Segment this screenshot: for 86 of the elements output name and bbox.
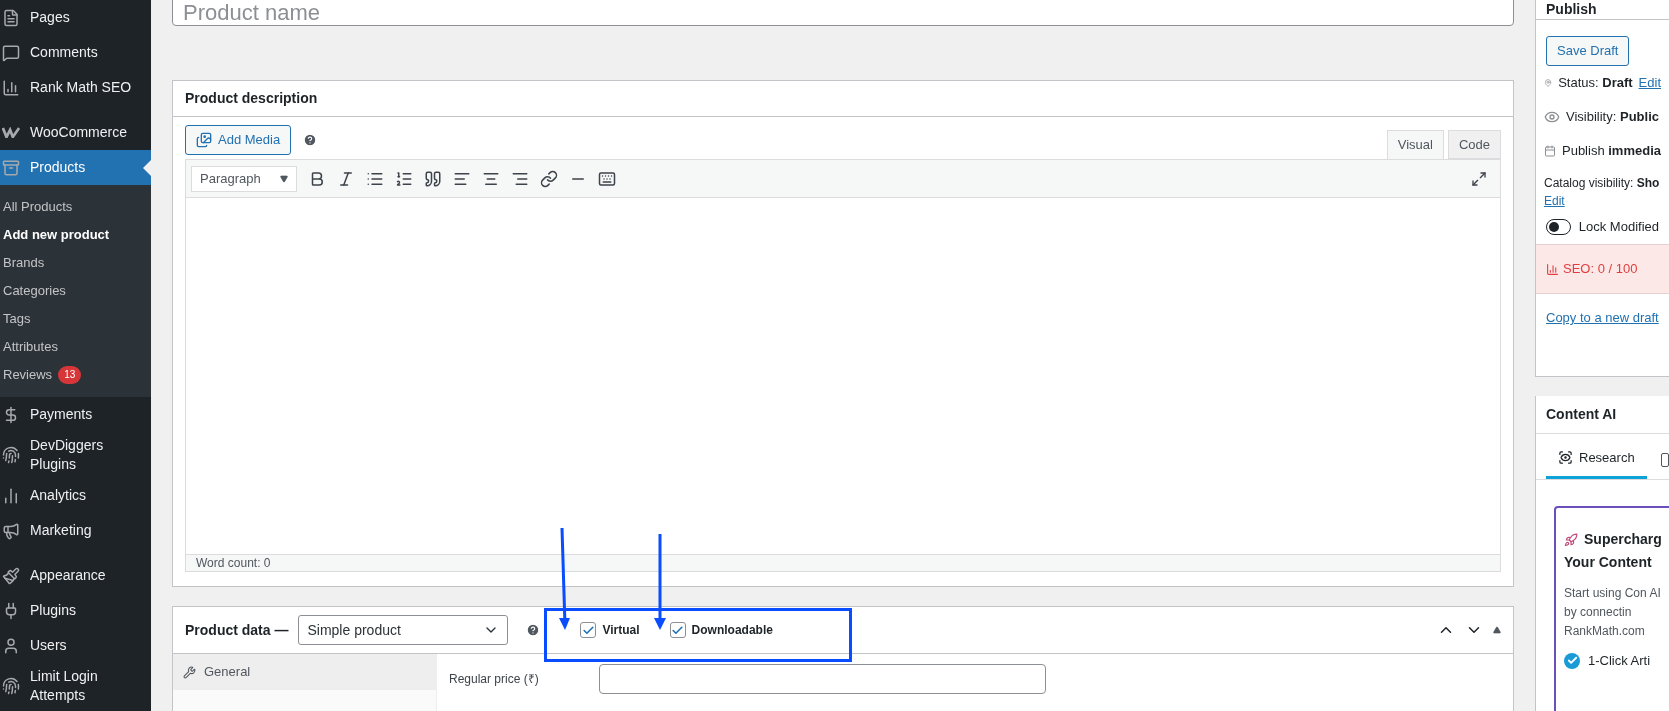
keyboard-icon[interactable] [598, 169, 616, 188]
publish-setting: Visibility: Public [1566, 108, 1659, 127]
edit-link[interactable]: Edit [1638, 73, 1661, 93]
toggle-switch[interactable] [1546, 219, 1571, 235]
count-badge: 13 [58, 366, 82, 384]
checkbox-label: Downloadable [691, 622, 773, 639]
user-icon [2, 636, 20, 655]
sidebar-item[interactable]: Products [0, 150, 151, 185]
panel-title: Publish [1546, 0, 1597, 19]
paintbrush-icon [2, 566, 20, 585]
w-logo-icon [2, 127, 20, 138]
submenu-item[interactable]: Tags [3, 309, 31, 329]
sidebar-item[interactable]: Comments [0, 35, 151, 70]
chart-icon [1546, 262, 1559, 276]
product-data-tab[interactable]: General [173, 654, 436, 690]
panel-title: Product description [185, 89, 318, 108]
product-type-select[interactable]: Simple product [298, 615, 509, 645]
publish-setting: Status: Draft [1558, 74, 1633, 93]
bar-chart-icon [2, 486, 20, 505]
save-draft-button[interactable]: Save Draft [1546, 36, 1630, 66]
calendar-icon [1544, 143, 1556, 159]
sidebar-item[interactable]: WooCommerce [0, 115, 151, 150]
sidebar-item[interactable]: Plugins [0, 593, 151, 628]
rocket-icon [1564, 532, 1578, 547]
caret-icon [280, 174, 288, 183]
toggle-arrow-icon[interactable] [1493, 626, 1501, 634]
editor-tab[interactable]: Code [1447, 130, 1501, 159]
feature-item: 1-Click Arti [1588, 652, 1651, 670]
add-media-button[interactable]: Add Media [185, 125, 292, 155]
check-icon [671, 623, 685, 637]
help-icon[interactable] [303, 133, 318, 147]
megaphone-icon [2, 521, 20, 540]
sidebar-item[interactable]: Rank Math SEO [0, 70, 151, 105]
panel-title: Content AI [1546, 405, 1617, 424]
sidebar-item[interactable]: DevDiggers Plugins [0, 432, 151, 478]
editor-tab[interactable]: Visual [1386, 130, 1444, 160]
wrench-icon [183, 665, 196, 679]
submenu-item[interactable]: Categories [3, 281, 66, 301]
copy-draft-link[interactable]: Copy to a new draft [1546, 310, 1659, 325]
submenu-item[interactable]: All Products [3, 197, 73, 217]
popup-title: Your Content [1564, 553, 1652, 572]
italic-icon[interactable] [337, 169, 355, 188]
checkbox-label: Virtual [602, 622, 640, 639]
pages-icon [2, 8, 20, 27]
panel-title: Product data — [185, 620, 289, 640]
content-ai-tab[interactable]: Research [1546, 439, 1647, 479]
checkbox[interactable] [580, 622, 597, 638]
submenu-item[interactable]: Reviews [3, 365, 53, 385]
format-dropdown[interactable]: Paragraph [191, 165, 297, 192]
publish-setting: Publish immedia [1562, 142, 1661, 161]
chart-icon [2, 78, 20, 97]
fullscreen-icon[interactable] [1471, 170, 1487, 187]
sidebar-item[interactable]: Pages [0, 0, 151, 35]
current-pointer-icon [143, 160, 151, 176]
sidebar-item[interactable]: Payments [0, 397, 151, 432]
toggle-label: Lock Modified [1578, 218, 1659, 237]
popup-title: Supercharg [1584, 530, 1662, 549]
checkbox[interactable] [669, 622, 686, 638]
fingerprint-icon [2, 446, 20, 464]
eye-scan-icon [1558, 450, 1573, 465]
product-name-field[interactable]: Product name [172, 0, 1514, 26]
check-icon [581, 623, 595, 637]
submenu-item[interactable]: Brands [3, 253, 45, 273]
field-label: Regular price (₹) [449, 671, 539, 688]
sidebar-item[interactable]: Limit Login Attempts [0, 663, 151, 709]
price-field[interactable] [599, 664, 1046, 694]
media-icon [196, 132, 212, 148]
comment-icon [2, 43, 20, 62]
link-icon[interactable] [540, 169, 558, 188]
sidebar-item[interactable]: Analytics [0, 478, 151, 513]
submenu-item[interactable]: Attributes [3, 337, 58, 357]
seo-score-bar: SEO: 0 / 100 [1536, 244, 1669, 294]
numbered-list-icon[interactable] [395, 169, 413, 188]
fingerprint-icon [2, 677, 20, 695]
eye-icon [1544, 109, 1560, 125]
word-count: Word count: 0 [196, 555, 271, 572]
sidebar-item[interactable]: Users [0, 628, 151, 663]
catalog-visibility: Catalog visibility: Sho [1544, 176, 1660, 190]
help-icon[interactable] [526, 623, 541, 637]
popup-text: Start using Con AI by connectin RankMath.com [1564, 585, 1662, 640]
sidebar-item[interactable]: Appearance [0, 558, 151, 593]
quote-icon[interactable] [424, 169, 442, 188]
archive-icon [2, 158, 20, 177]
sidebar-item[interactable]: Marketing [0, 513, 151, 548]
submenu-item[interactable]: Add new product [3, 225, 110, 245]
edit-link[interactable]: Edit [1544, 194, 1565, 208]
